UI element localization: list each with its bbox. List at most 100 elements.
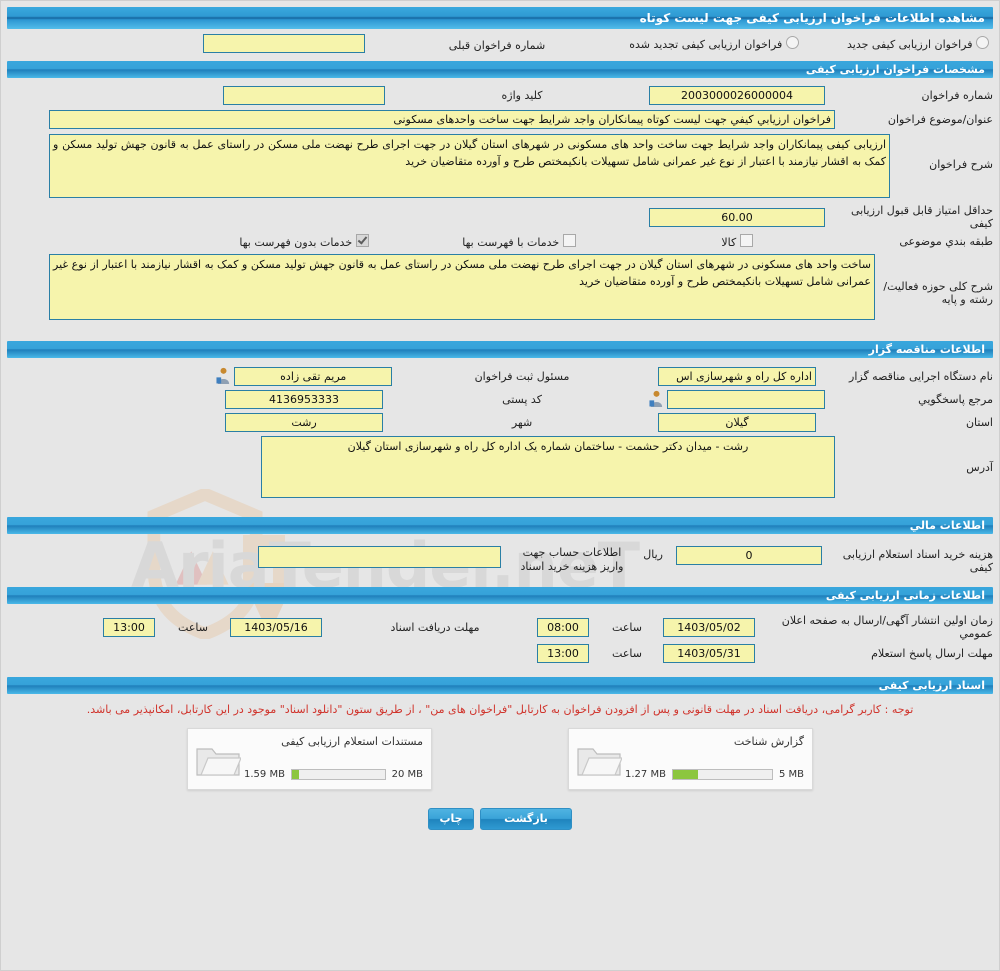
financial-body: هزینه خرید اسناد استعلام ارزیابی کیفی ری…	[1, 534, 999, 584]
agency-label: نام دستگاه اجرایی مناقصه گزار	[849, 370, 993, 383]
time-row-publish: زمان اولین انتشار آگهی/ارسال به صفحه اعل…	[7, 614, 993, 640]
subject-label: عنوان/موضوع فراخوان	[887, 113, 993, 126]
document-size-bar	[671, 769, 773, 780]
min-score-label: حداقل امتیاز قابل قبول ارزیابی کیفی	[850, 204, 993, 230]
previous-call-number-field	[189, 33, 379, 53]
document-size-value: 1.27 MB	[625, 769, 666, 780]
category-checkbox-services-without-list[interactable]	[355, 234, 369, 247]
subject-input[interactable]	[49, 110, 835, 129]
publish-time-input[interactable]	[537, 617, 589, 637]
renewed-call-radio[interactable]	[785, 35, 799, 49]
document-card[interactable]: مستندات استعلام ارزیابی کیفی 20 MB 1.59 …	[187, 728, 432, 790]
section-header-authority: اطلاعات مناقصه گزار	[7, 341, 993, 358]
section-header-specs: مشخصات فراخوان ارزیابی کیفی	[7, 61, 993, 78]
document-card[interactable]: گزارش شناخت 5 MB 1.27 MB	[568, 728, 813, 790]
address-label: آدرس	[966, 461, 993, 474]
documents-cards: گزارش شناخت 5 MB 1.27 MB مستندات استعلام…	[1, 722, 999, 790]
specs-body: شماره فراخوان کلید واژه عنوان/موضوع فراخ…	[1, 78, 999, 328]
back-button[interactable]: بازگشت	[480, 808, 572, 830]
province-label: استان	[965, 416, 993, 429]
time-body: زمان اولین انتشار آگهی/ارسال به صفحه اعل…	[1, 604, 999, 671]
contact-label: مرجع پاسخگویي	[918, 393, 993, 406]
doc-receipt-deadline-date-input[interactable]	[230, 617, 322, 637]
new-call-radio[interactable]	[976, 35, 989, 49]
contact-person-icon[interactable]	[649, 390, 664, 407]
new-call-radio-group[interactable]: فراخوان ارزیابی کیفی جدید	[819, 35, 993, 51]
publish-time-field	[525, 617, 601, 637]
documents-note: توجه : کاربر گرامی، دریافت اسناد در مهلت…	[86, 703, 914, 716]
min-score-row: حداقل امتیاز قابل قبول ارزیابی کیفی	[7, 204, 993, 230]
scope-row: شرح کلی حوزه فعالیت/رشته و پایه ساخت واح…	[7, 254, 993, 320]
keyword-field	[209, 86, 399, 105]
doc-receipt-time-input[interactable]	[103, 617, 155, 637]
keyword-input[interactable]	[223, 86, 385, 105]
page-root: AriaTender.neT مشاهده اطلاعات فراخوان ار…	[0, 0, 1000, 971]
province-input[interactable]	[658, 413, 816, 432]
description-row: شرح فراخوان ارزیابی کیفی پیمانکاران واجد…	[7, 134, 993, 198]
folder-icon[interactable]	[195, 741, 241, 779]
renewed-call-radio-group[interactable]: فراخوان ارزیابی کیفی تجدید شده	[609, 35, 819, 51]
account-info-label: اطلاعات حساب جهت واریز هزینه خرید اسناد	[520, 546, 624, 573]
address-field: رشت - میدان دکتر حشمت - ساختمان شماره یک…	[7, 436, 835, 498]
doc-receipt-deadline-date-field	[213, 617, 339, 637]
city-label: شهر	[511, 416, 533, 429]
document-card-title: مستندات استعلام ارزیابی کیفی	[281, 735, 423, 748]
category-checkbox-services-with-list[interactable]	[562, 234, 576, 247]
description-label: شرح فراخوان	[929, 158, 993, 171]
province-field	[639, 413, 835, 432]
document-size-limit: 5 MB	[778, 769, 804, 780]
renewed-call-label: فراخوان ارزیابی کیفی تجدید شده	[629, 37, 783, 51]
category-label-goods: کالا	[721, 236, 737, 249]
doc-cost-field	[663, 546, 835, 565]
registrar-person-icon[interactable]	[216, 367, 231, 384]
category-label: طبقه بندي موضوعی	[899, 235, 993, 248]
document-size-meter: 20 MB 1.59 MB	[244, 769, 423, 780]
print-button[interactable]: چاپ	[428, 808, 474, 830]
category-option-goods[interactable]: کالا	[639, 234, 835, 249]
footer-buttons: بازگشت چاپ	[1, 790, 999, 830]
postal-code-label: کد پستی	[502, 393, 542, 406]
keyword-label: کلید واژه	[501, 89, 543, 102]
contact-input[interactable]	[667, 390, 826, 409]
description-textarea[interactable]: ارزیابی کیفی پیمانکاران واجد شرایط جهت س…	[49, 134, 890, 198]
document-size-limit: 20 MB	[391, 769, 423, 780]
call-number-field	[639, 86, 835, 105]
doc-receipt-deadline-label: مهلت دریافت اسناد	[390, 620, 480, 634]
min-score-input[interactable]	[649, 207, 825, 227]
city-input[interactable]	[225, 413, 383, 432]
province-row: استان شهر	[7, 413, 993, 432]
agency-field	[639, 367, 835, 386]
call-number-row: شماره فراخوان کلید واژه	[7, 86, 993, 105]
postal-code-input[interactable]	[225, 390, 383, 409]
response-deadline-label: مهلت ارسال پاسخ استعلام	[871, 647, 993, 660]
call-number-label: شماره فراخوان	[921, 89, 994, 102]
financial-row: هزینه خرید اسناد استعلام ارزیابی کیفی ری…	[7, 546, 993, 574]
section-header-time: اطلاعات زمانی ارزیابی کیفی	[7, 587, 993, 604]
subject-field	[7, 110, 835, 129]
category-option-services-without-list[interactable]: خدمات بدون فهرست بها	[209, 234, 399, 249]
publish-date-input[interactable]	[663, 617, 755, 637]
scope-textarea[interactable]: ساخت واحد های مسکونی در شهرهای استان گیل…	[49, 254, 875, 320]
account-info-input[interactable]	[257, 546, 501, 568]
category-option-services-with-list[interactable]: خدمات با فهرست بها	[399, 234, 639, 249]
publish-time-label: ساعت	[612, 620, 642, 634]
currency-label: ریال	[643, 548, 663, 561]
address-row: آدرس رشت - میدان دکتر حشمت - ساختمان شما…	[7, 436, 993, 498]
doc-receipt-time-field	[91, 617, 167, 637]
doc-cost-input[interactable]	[676, 546, 822, 565]
previous-call-number-input[interactable]	[203, 33, 365, 53]
category-label-services-with-list: خدمات با فهرست بها	[462, 236, 560, 249]
folder-icon[interactable]	[576, 741, 622, 779]
response-deadline-date-input[interactable]	[663, 644, 755, 663]
response-time-input[interactable]	[537, 644, 589, 663]
address-textarea[interactable]: رشت - میدان دکتر حشمت - ساختمان شماره یک…	[261, 436, 835, 498]
section-header-financial: اطلاعات مالي	[7, 517, 993, 534]
registrar-field	[209, 367, 399, 386]
account-info-field	[249, 546, 509, 568]
registrar-input[interactable]	[234, 367, 393, 386]
call-number-input[interactable]	[649, 86, 825, 105]
category-checkbox-goods[interactable]	[739, 234, 753, 247]
publish-date-label: زمان اولین انتشار آگهی/ارسال به صفحه اعل…	[781, 614, 993, 640]
agency-input[interactable]	[658, 367, 816, 386]
postal-code-field	[209, 390, 399, 409]
